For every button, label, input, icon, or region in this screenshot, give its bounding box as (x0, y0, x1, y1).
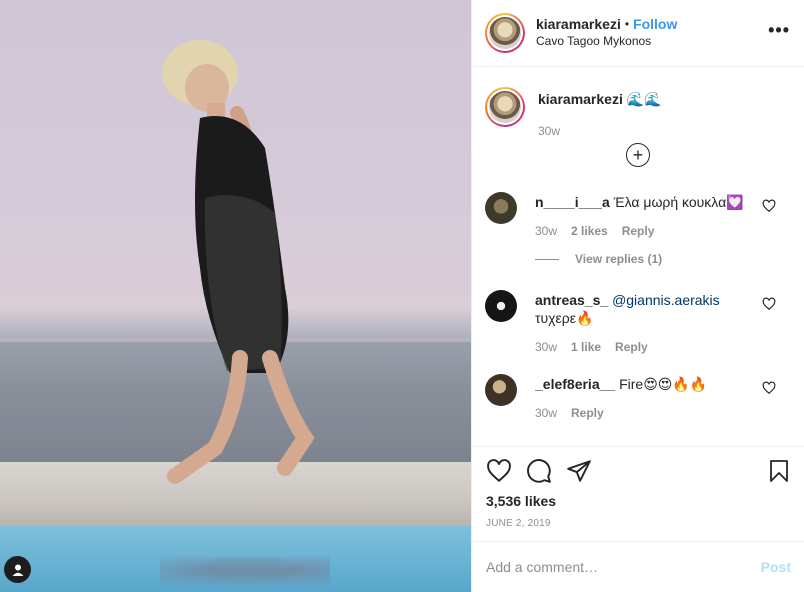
post-header: kiaramarkezi • Follow Cavo Tagoo Mykonos… (472, 0, 804, 67)
reply-button[interactable]: Reply (615, 340, 648, 354)
replies-line (535, 258, 559, 260)
comment-avatar[interactable] (485, 374, 517, 406)
comment: n____i___a Έλα μωρή κουκλα💟 30w 2 likes … (485, 185, 790, 266)
caption-age: 30w (538, 124, 561, 138)
reply-button[interactable]: Reply (571, 406, 604, 420)
author-username[interactable]: kiaramarkezi (536, 16, 621, 33)
comment-icon[interactable] (526, 458, 552, 484)
likes-count[interactable]: 3,536 likes (486, 493, 791, 509)
bookmark-icon[interactable] (767, 458, 791, 484)
user-tag-icon[interactable] (4, 556, 31, 583)
comment-likes[interactable]: 1 like (571, 340, 601, 354)
comment-like-heart-icon[interactable] (762, 381, 776, 395)
comment-username[interactable]: n____i___a (535, 194, 610, 210)
location-link[interactable]: Cavo Tagoo Mykonos (536, 33, 768, 50)
instagram-post-modal: kiaramarkezi • Follow Cavo Tagoo Mykonos… (0, 0, 804, 592)
comment-text: Έλα μωρή κουκλα💟 (613, 194, 744, 210)
post-sidebar: kiaramarkezi • Follow Cavo Tagoo Mykonos… (471, 0, 804, 592)
comment-text: τυχερε🔥 (535, 310, 594, 326)
comment: antreas_s_ @giannis.aerakis τυχερε🔥 30w … (485, 283, 790, 354)
view-replies[interactable]: View replies (1) (535, 252, 765, 266)
more-options-icon[interactable]: ••• (768, 20, 790, 47)
comment-avatar[interactable] (485, 290, 517, 322)
comment-mention[interactable]: @giannis.aerakis (612, 292, 720, 308)
separator-dot: • (624, 17, 630, 31)
follow-button[interactable]: Follow (633, 16, 677, 33)
comment-age: 30w (535, 340, 558, 354)
reflection (160, 556, 330, 592)
share-icon[interactable] (566, 458, 592, 484)
author-avatar[interactable] (485, 13, 525, 53)
post-caption: kiaramarkezi 🌊🌊 30w (485, 67, 790, 138)
post-date: JUNE 2, 2019 (486, 518, 551, 529)
post-button[interactable]: Post (761, 559, 791, 575)
plus-circle-icon[interactable]: + (626, 143, 650, 167)
heart-icon[interactable] (486, 458, 512, 484)
load-more-comments: + (485, 143, 790, 167)
comments-section: kiaramarkezi 🌊🌊 30w + n____i___a Έλα μωρ… (472, 67, 804, 445)
view-replies-label[interactable]: View replies (1) (575, 252, 662, 266)
comment-avatar[interactable] (485, 192, 517, 224)
comment-text: Fire😍😍🔥🔥 (619, 376, 708, 392)
caption-text: 🌊🌊 (626, 91, 662, 107)
comment-like-heart-icon[interactable] (762, 199, 776, 213)
woman-figure (162, 40, 315, 484)
comment-username[interactable]: _elef8eria__ (535, 376, 615, 392)
comment-age: 30w (535, 406, 558, 420)
comment-username[interactable]: antreas_s_ (535, 292, 608, 308)
reply-button[interactable]: Reply (622, 224, 655, 238)
comment-composer: Post (472, 541, 804, 592)
post-photo[interactable] (0, 0, 471, 592)
comment-age: 30w (535, 224, 558, 238)
comment-likes[interactable]: 2 likes (571, 224, 608, 238)
comment-like-heart-icon[interactable] (762, 297, 776, 311)
caption-username[interactable]: kiaramarkezi (538, 91, 623, 107)
caption-avatar[interactable] (485, 87, 525, 127)
comment-input[interactable] (486, 559, 761, 575)
comment: _elef8eria__ Fire😍😍🔥🔥 30w Reply (485, 367, 790, 420)
post-actions: 3,536 likes JUNE 2, 2019 (472, 446, 804, 529)
